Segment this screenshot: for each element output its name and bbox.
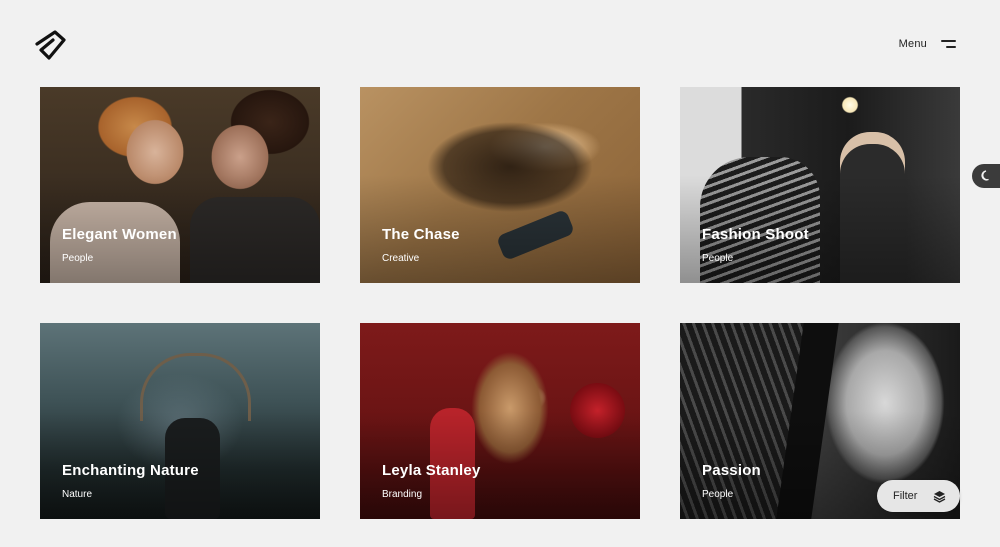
card-category: Branding [382, 489, 423, 500]
moon-icon [981, 170, 989, 181]
card-category: People [702, 253, 734, 264]
portfolio-card-the-chase[interactable]: The Chase Creative [360, 87, 640, 283]
card-title: Fashion Shoot [702, 226, 809, 243]
page: Menu Elegant Women People The Chase Crea… [0, 0, 1000, 547]
menu-button[interactable]: Menu [899, 38, 956, 50]
card-category: Creative [382, 253, 420, 264]
card-title: Passion [702, 462, 761, 479]
portfolio-grid: Elegant Women People The Chase Creative … [40, 87, 960, 519]
card-category: People [62, 253, 94, 264]
portfolio-card-elegant-women[interactable]: Elegant Women People [40, 87, 320, 283]
menu-label: Menu [898, 38, 927, 50]
card-title: Leyla Stanley [382, 462, 481, 479]
card-title: Elegant Women [62, 226, 177, 243]
layers-icon [933, 490, 946, 503]
card-category: People [702, 489, 734, 500]
filter-label: Filter [893, 490, 918, 502]
card-title: Enchanting Nature [62, 462, 199, 479]
portfolio-card-enchanting-nature[interactable]: Enchanting Nature Nature [40, 323, 320, 519]
portfolio-card-fashion-shoot[interactable]: Fashion Shoot People [680, 87, 960, 283]
portfolio-card-leyla-stanley[interactable]: Leyla Stanley Branding [360, 323, 640, 519]
hamburger-menu-icon [941, 39, 956, 49]
card-category: Nature [62, 489, 93, 500]
card-title: The Chase [382, 226, 460, 243]
dark-mode-toggle[interactable] [972, 164, 1000, 188]
brand-logo-icon[interactable] [33, 28, 69, 62]
filter-button[interactable]: Filter [877, 480, 960, 512]
